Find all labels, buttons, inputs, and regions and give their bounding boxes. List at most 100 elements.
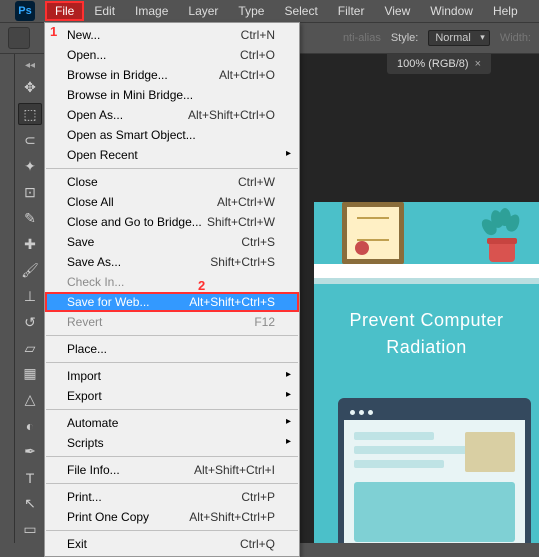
menu-item-label: Close [67, 175, 98, 189]
menu-item-label: Open As... [67, 108, 123, 122]
menu-edit[interactable]: Edit [84, 1, 125, 21]
eyedropper-tool[interactable]: ✎ [18, 207, 42, 229]
menu-item-close-and-go-to-bridge[interactable]: Close and Go to Bridge...Shift+Ctrl+W [45, 212, 299, 232]
menu-item-shortcut: Ctrl+Q [240, 537, 275, 551]
menu-item-close-all[interactable]: Close AllAlt+Ctrl+W [45, 192, 299, 212]
menu-item-shortcut: F12 [254, 315, 275, 329]
brush-tool[interactable]: 🖌 [18, 259, 42, 281]
menu-item-label: Scripts [67, 436, 104, 450]
wand-tool[interactable]: ✦ [18, 155, 42, 177]
anti-alias-label: nti-alias [343, 32, 381, 44]
menu-item-file-info[interactable]: File Info...Alt+Shift+Ctrl+I [45, 460, 299, 480]
menu-item-label: Export [67, 389, 102, 403]
type-tool[interactable]: T [18, 467, 42, 489]
plant-graphic [483, 212, 521, 262]
menu-item-label: Automate [67, 416, 118, 430]
menu-item-label: Print... [67, 490, 102, 504]
menu-separator [46, 456, 298, 457]
menu-item-shortcut: Alt+Shift+Ctrl+S [189, 295, 275, 309]
menu-layer[interactable]: Layer [178, 1, 228, 21]
menu-item-import[interactable]: Import [45, 366, 299, 386]
menu-filter[interactable]: Filter [328, 1, 375, 21]
width-label: Width: [500, 32, 531, 44]
document-canvas[interactable]: Prevent Computer Radiation [314, 202, 539, 543]
menu-item-new[interactable]: New...Ctrl+N [45, 25, 299, 45]
menu-item-shortcut: Ctrl+S [241, 235, 275, 249]
menu-item-open-as-smart-object[interactable]: Open as Smart Object... [45, 125, 299, 145]
menu-item-automate[interactable]: Automate [45, 413, 299, 433]
menu-item-browse-in-mini-bridge[interactable]: Browse in Mini Bridge... [45, 85, 299, 105]
canvas-headline: Prevent Computer Radiation [314, 310, 539, 358]
tools-panel: ◂◂ ✥ ⬚ ⊂ ✦ ⊡ ✎ ✚ 🖌 ⊥ ↺ ▱ ▦ △ ◐ ✒ T ↖ ▭ [15, 54, 46, 543]
menu-item-label: Open as Smart Object... [67, 128, 196, 142]
tool-preset-picker[interactable] [8, 27, 30, 49]
collapse-icon[interactable]: ◂◂ [15, 60, 45, 71]
menu-item-label: Save for Web... [67, 295, 149, 309]
menu-item-save[interactable]: SaveCtrl+S [45, 232, 299, 252]
dodge-tool[interactable]: ◐ [18, 415, 42, 437]
menu-view[interactable]: View [374, 1, 420, 21]
crop-tool[interactable]: ⊡ [18, 181, 42, 203]
gradient-tool[interactable]: ▦ [18, 363, 42, 385]
stamp-tool[interactable]: ⊥ [18, 285, 42, 307]
menu-item-print[interactable]: Print... Ctrl+P [45, 487, 299, 507]
menu-select[interactable]: Select [274, 1, 327, 21]
menu-item-label: Save As... [67, 255, 121, 269]
menu-item-shortcut: Alt+Ctrl+O [219, 68, 275, 82]
menu-item-browse-in-bridge[interactable]: Browse in Bridge...Alt+Ctrl+O [45, 65, 299, 85]
file-menu-dropdown: New...Ctrl+NOpen...Ctrl+OBrowse in Bridg… [44, 22, 300, 557]
menu-item-shortcut: Ctrl+W [238, 175, 275, 189]
annotation-2: 2 [198, 278, 205, 293]
menu-item-exit[interactable]: Exit Ctrl+Q [45, 534, 299, 554]
path-tool[interactable]: ↖ [18, 493, 42, 515]
heal-tool[interactable]: ✚ [18, 233, 42, 255]
marquee-tool[interactable]: ⬚ [18, 103, 42, 125]
menu-item-save-for-web[interactable]: Save for Web... Alt+Shift+Ctrl+S [45, 292, 299, 312]
pen-tool[interactable]: ✒ [18, 441, 42, 463]
menu-image[interactable]: Image [125, 1, 178, 21]
menu-item-shortcut: Alt+Shift+Ctrl+O [188, 108, 275, 122]
monitor-graphic [338, 398, 531, 543]
menu-item-close[interactable]: Close Ctrl+W [45, 172, 299, 192]
menu-item-shortcut: Ctrl+P [241, 490, 275, 504]
rect-tool[interactable]: ▭ [18, 519, 42, 541]
menu-separator [46, 483, 298, 484]
move-tool[interactable]: ✥ [18, 77, 42, 99]
app-icon: Ps [15, 1, 35, 21]
blur-tool[interactable]: △ [18, 389, 42, 411]
menu-item-place[interactable]: Place... [45, 339, 299, 359]
menu-item-print-one-copy[interactable]: Print One CopyAlt+Shift+Ctrl+P [45, 507, 299, 527]
lasso-tool[interactable]: ⊂ [18, 129, 42, 151]
menu-separator [46, 335, 298, 336]
menu-item-scripts[interactable]: Scripts [45, 433, 299, 453]
menu-item-label: File Info... [67, 463, 120, 477]
certificate-graphic [342, 202, 404, 264]
menu-separator [46, 530, 298, 531]
menu-item-open[interactable]: Open...Ctrl+O [45, 45, 299, 65]
menu-help[interactable]: Help [483, 1, 528, 21]
menu-item-revert: RevertF12 [45, 312, 299, 332]
menu-separator [46, 362, 298, 363]
menu-item-shortcut: Shift+Ctrl+W [207, 215, 275, 229]
document-tab-label: 100% (RGB/8) [397, 58, 469, 70]
menu-item-check-in: Check In... [45, 272, 299, 292]
menu-item-label: Open... [67, 48, 106, 62]
close-icon[interactable]: × [475, 58, 481, 70]
menu-bar: Ps FileEditImageLayerTypeSelectFilterVie… [0, 0, 539, 22]
menu-item-export[interactable]: Export [45, 386, 299, 406]
menu-item-open-recent[interactable]: Open Recent [45, 145, 299, 165]
menu-item-label: Exit [67, 537, 87, 551]
menu-window[interactable]: Window [420, 1, 483, 21]
history-tool[interactable]: ↺ [18, 311, 42, 333]
annotation-1: 1 [50, 24, 57, 39]
menu-item-label: Place... [67, 342, 107, 356]
menu-item-save-as[interactable]: Save As...Shift+Ctrl+S [45, 252, 299, 272]
menu-type[interactable]: Type [228, 1, 274, 21]
menu-item-shortcut: Alt+Shift+Ctrl+P [189, 510, 275, 524]
eraser-tool[interactable]: ▱ [18, 337, 42, 359]
style-select[interactable]: Normal [428, 30, 489, 46]
menu-file[interactable]: File [45, 1, 84, 21]
shelf-graphic [314, 264, 539, 278]
document-tab[interactable]: 100% (RGB/8) × [387, 54, 491, 74]
menu-item-open-as[interactable]: Open As... Alt+Shift+Ctrl+O [45, 105, 299, 125]
